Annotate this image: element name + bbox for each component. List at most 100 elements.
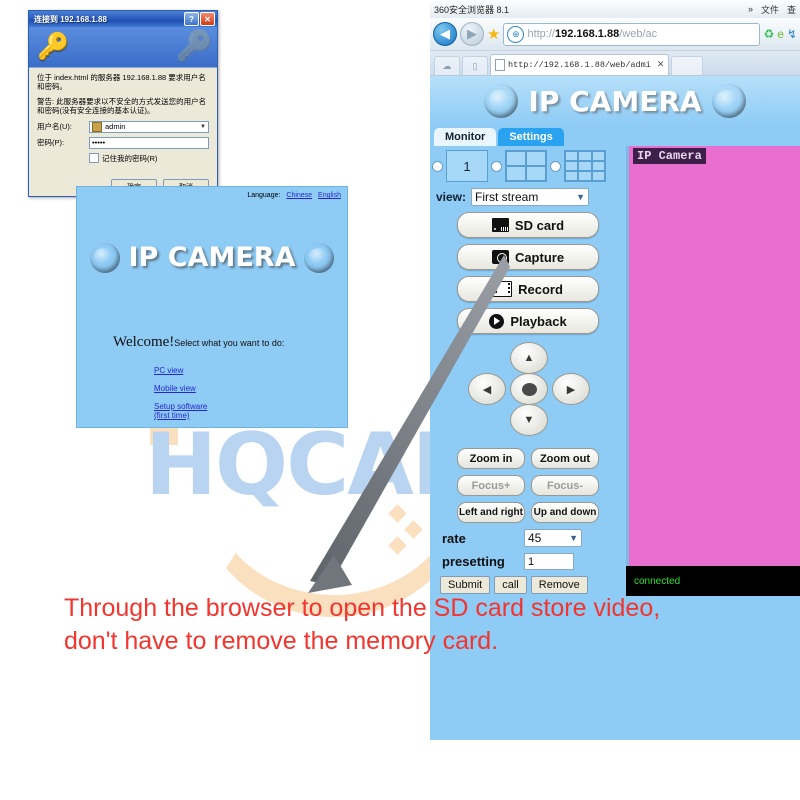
presetting-input[interactable]: 1 bbox=[524, 553, 574, 570]
menu-file[interactable]: 文件 bbox=[761, 3, 779, 16]
decorative-watermark-icon: 🔑 bbox=[175, 30, 213, 63]
ptz-dpad: ▲ ◀ ▶ ▼ bbox=[468, 342, 590, 442]
username-field[interactable]: admin ▼ bbox=[89, 120, 209, 133]
globe-icon bbox=[304, 243, 334, 273]
auth-message-warning: 警告: 此服务器要求以不安全的方式发送您的用户名和密码(没有安全连接的基本认证)… bbox=[37, 96, 207, 116]
chevron-down-icon: ▼ bbox=[576, 192, 586, 202]
layout-radio-4[interactable] bbox=[491, 160, 502, 172]
record-label: Record bbox=[518, 281, 563, 297]
record-button[interactable]: Record bbox=[457, 276, 599, 302]
back-icon[interactable]: ◀ bbox=[433, 22, 457, 46]
menu-extra[interactable]: 查 bbox=[787, 3, 796, 16]
layout-radio-9[interactable] bbox=[550, 160, 561, 172]
up-and-down-button[interactable]: Up and down bbox=[531, 502, 599, 523]
annotation-caption: Through the browser to open the SD card … bbox=[64, 592, 800, 658]
dpad-left-button[interactable]: ◀ bbox=[468, 373, 506, 405]
close-icon[interactable]: ✕ bbox=[200, 12, 215, 26]
layout-single-icon[interactable]: 1 bbox=[446, 150, 488, 182]
page-icon bbox=[495, 59, 505, 71]
watermark-dot bbox=[404, 520, 423, 539]
language-chinese-link[interactable]: Chinese bbox=[286, 192, 312, 199]
watermark-dot bbox=[388, 504, 407, 523]
compatibility-mode-icon[interactable]: e bbox=[777, 27, 784, 41]
remember-password-row[interactable]: 记住我的密码(R) bbox=[89, 153, 209, 164]
globe-icon bbox=[484, 84, 518, 118]
username-row: 用户名(U): admin ▼ bbox=[37, 120, 209, 133]
browser-tab-title: http://192.168.1.88/web/admi bbox=[508, 60, 651, 70]
dpad-up-button[interactable]: ▲ bbox=[510, 342, 548, 374]
remember-password-checkbox[interactable] bbox=[89, 153, 99, 163]
auth-dialog-titlebar: 连接到 192.168.1.88 ? ✕ bbox=[29, 11, 217, 27]
url-host: 192.168.1.88 bbox=[554, 28, 620, 40]
focus-minus-button[interactable]: Focus- bbox=[531, 475, 599, 496]
ipcamera-brand-title: IP CAMERA bbox=[528, 84, 702, 118]
remember-password-label: 记住我的密码(R) bbox=[102, 153, 158, 163]
zoom-out-button[interactable]: Zoom out bbox=[531, 448, 599, 469]
mobile-view-link[interactable]: Mobile view bbox=[154, 385, 207, 393]
layout-selector: 1 bbox=[430, 146, 626, 182]
auth-dialog-banner: 🔑 🔑 bbox=[29, 27, 217, 68]
video-stream[interactable] bbox=[637, 168, 794, 566]
chevron-down-icon[interactable]: ▼ bbox=[200, 124, 206, 130]
rate-value: 45 bbox=[528, 531, 542, 545]
url-bar[interactable]: ⊕ http://192.168.1.88/web/ac bbox=[503, 22, 761, 46]
playback-button[interactable]: Playback bbox=[457, 308, 599, 334]
username-label: 用户名(U): bbox=[37, 122, 72, 131]
dpad-down-button[interactable]: ▼ bbox=[510, 404, 548, 436]
tab-settings[interactable]: Settings bbox=[498, 128, 564, 146]
setup-software-link[interactable]: Setup software bbox=[154, 403, 207, 411]
view-label: view: bbox=[436, 190, 467, 204]
sd-card-button[interactable]: SD card bbox=[457, 212, 599, 238]
browser-app-title: 360安全浏览器 8.1 bbox=[434, 4, 510, 15]
globe-icon bbox=[712, 84, 746, 118]
chevron-down-icon: ▼ bbox=[569, 533, 578, 543]
tab-monitor[interactable]: Monitor bbox=[434, 128, 497, 146]
auth-dialog-body: 位于 index.html 的服务器 192.168.1.88 要求用户名和密码… bbox=[29, 68, 217, 196]
help-icon[interactable]: ? bbox=[184, 12, 199, 26]
language-switcher: Language: Chinese English bbox=[247, 192, 341, 199]
focus-plus-button[interactable]: Focus+ bbox=[457, 475, 525, 496]
password-field[interactable]: ••••• bbox=[89, 136, 209, 149]
hqcam-watermark: HQCAM bbox=[95, 415, 497, 617]
setup-software-note-link[interactable]: (first time) bbox=[154, 412, 207, 420]
capture-button[interactable]: Capture bbox=[457, 244, 599, 270]
zoom-buttons-row: Zoom in Zoom out bbox=[430, 448, 626, 469]
capture-label: Capture bbox=[514, 249, 565, 265]
presetting-buttons: Submit call Remove bbox=[430, 570, 626, 594]
password-label: 密码(P): bbox=[37, 138, 65, 147]
status-badge: connected bbox=[634, 575, 681, 587]
browser-tabstrip: ☁ ▯ http://192.168.1.88/web/admi ✕ bbox=[430, 51, 800, 76]
welcome-word: Welcome! bbox=[113, 334, 175, 350]
left-and-right-button[interactable]: Left and right bbox=[457, 502, 525, 523]
video-viewport[interactable]: IP Camera bbox=[626, 146, 800, 566]
presetting-label: presetting bbox=[442, 554, 505, 569]
speed-icon[interactable]: ↯ bbox=[787, 27, 797, 41]
keys-icon: 🔑 bbox=[37, 31, 70, 61]
refresh-icon[interactable]: ♻ bbox=[763, 27, 774, 41]
new-tab-button[interactable] bbox=[671, 56, 704, 75]
rate-select[interactable]: 45 ▼ bbox=[524, 529, 582, 547]
more-menu-icon[interactable]: » bbox=[748, 4, 753, 14]
cloud-icon[interactable]: ☁ bbox=[434, 56, 460, 75]
language-label: Language: bbox=[247, 192, 281, 199]
tab-close-icon[interactable]: ✕ bbox=[657, 60, 665, 70]
browser-toolbar: ◀ ▶ ★ ⊕ http://192.168.1.88/web/ac ♻ e ↯ bbox=[430, 18, 800, 51]
view-select[interactable]: First stream ▼ bbox=[471, 188, 590, 206]
forward-icon[interactable]: ▶ bbox=[460, 22, 484, 46]
layout-nine-icon[interactable] bbox=[564, 150, 606, 182]
layout-radio-1[interactable] bbox=[432, 160, 443, 172]
video-label: IP Camera bbox=[633, 148, 706, 164]
patrol-buttons-row: Left and right Up and down bbox=[430, 502, 626, 523]
phone-icon[interactable]: ▯ bbox=[462, 56, 488, 75]
bookmark-star-icon[interactable]: ★ bbox=[487, 25, 500, 43]
layout-quad-icon[interactable] bbox=[505, 150, 547, 182]
browser-titlebar: 360安全浏览器 8.1 » 文件 查 bbox=[430, 0, 800, 18]
url-path: /web/ac bbox=[619, 28, 658, 40]
dpad-center-button[interactable] bbox=[510, 373, 548, 405]
dpad-right-button[interactable]: ▶ bbox=[552, 373, 590, 405]
language-english-link[interactable]: English bbox=[318, 192, 341, 199]
pc-view-link[interactable]: PC view bbox=[154, 367, 207, 375]
url-text: http://192.168.1.88/web/ac bbox=[527, 28, 657, 40]
browser-tab-active[interactable]: http://192.168.1.88/web/admi ✕ bbox=[490, 54, 670, 75]
zoom-in-button[interactable]: Zoom in bbox=[457, 448, 525, 469]
